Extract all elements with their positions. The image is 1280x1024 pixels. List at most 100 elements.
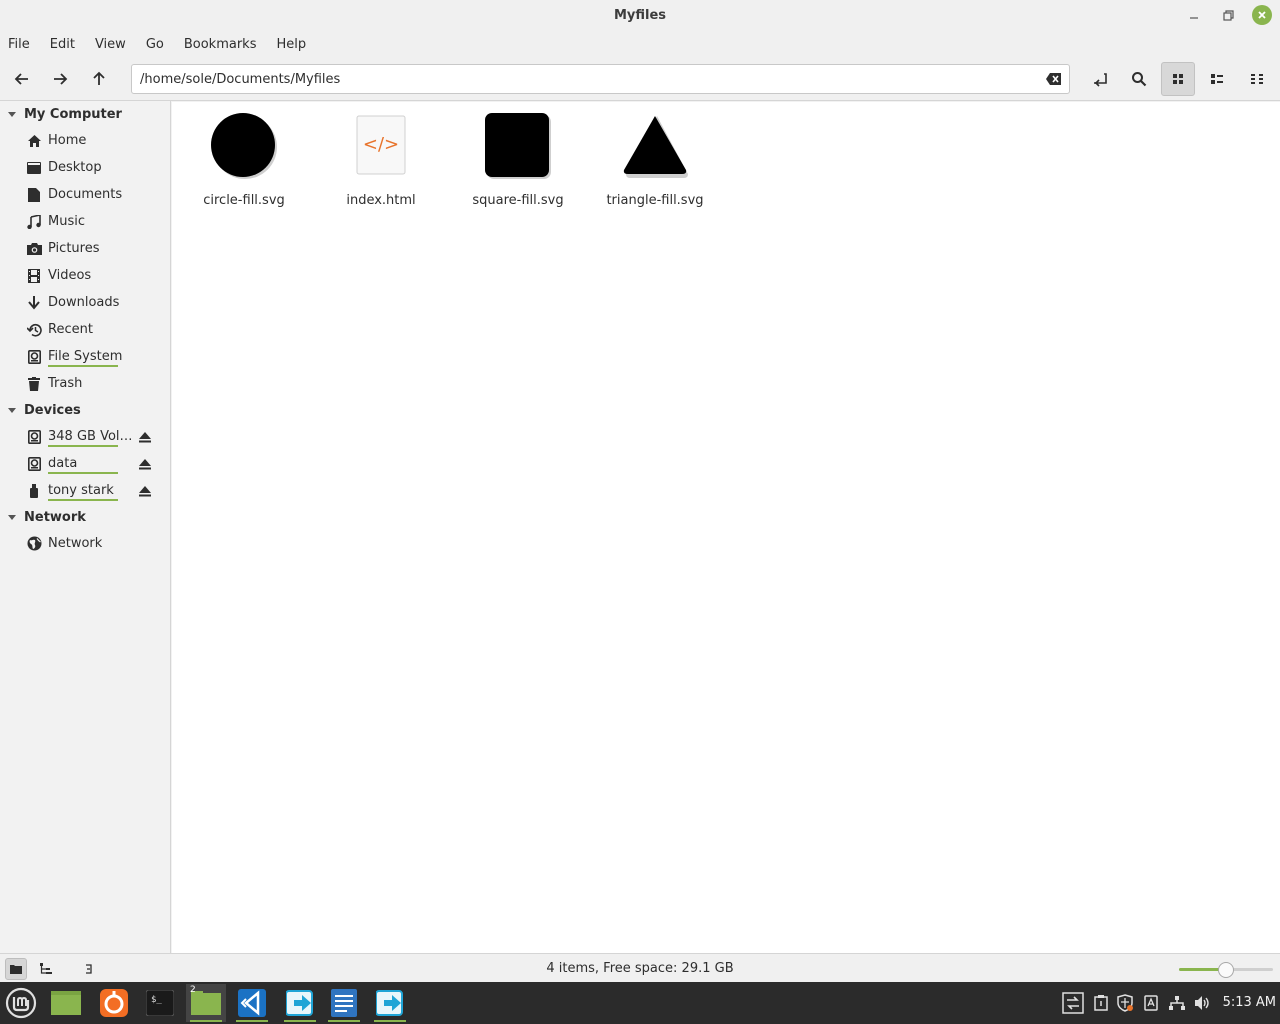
text-editor-button[interactable] — [324, 984, 364, 1022]
eject-icon[interactable] — [138, 484, 152, 498]
sidebar-item-data[interactable]: data — [0, 450, 171, 477]
sidebar-item-tony-stark[interactable]: tony stark — [0, 477, 171, 504]
terminal-icon: $_ — [146, 990, 174, 1016]
sidebar-item-label: Downloads — [48, 295, 120, 310]
menu-button[interactable] — [1, 984, 41, 1022]
sidebar-item-volume-348gb[interactable]: 348 GB Vol… — [0, 423, 171, 450]
sidebar-item-documents[interactable]: Documents — [0, 181, 171, 208]
terminal-launcher[interactable]: $_ — [140, 984, 180, 1022]
sidebar-item-label: 348 GB Vol… — [48, 429, 133, 444]
chevron-down-icon — [8, 515, 16, 520]
file-item[interactable]: </> index.html — [321, 112, 441, 212]
home-icon — [27, 134, 41, 147]
title-bar: Myfiles — [0, 0, 1280, 31]
active-indicator — [236, 1020, 268, 1022]
active-indicator — [374, 1020, 406, 1022]
file-view[interactable]: circle-fill.svg </> index.html square-fi… — [172, 102, 1280, 953]
sidebar-item-home[interactable]: Home — [0, 127, 171, 154]
sharing-app-button-2[interactable] — [370, 984, 410, 1022]
show-desktop-button[interactable] — [46, 984, 86, 1022]
file-item[interactable]: triangle-fill.svg — [595, 112, 715, 212]
firefox-launcher[interactable] — [94, 984, 134, 1022]
menu-bookmarks[interactable]: Bookmarks — [184, 37, 265, 52]
sidebar-item-pictures[interactable]: Pictures — [0, 235, 171, 262]
status-bar: 4 items, Free space: 29.1 GB — [0, 953, 1280, 982]
zoom-slider-handle[interactable] — [1218, 962, 1234, 978]
eject-icon[interactable] — [138, 457, 152, 471]
sidebar-item-label: Home — [48, 133, 87, 148]
sidebar-item-file-system[interactable]: File System — [0, 343, 171, 370]
active-indicator — [190, 1020, 222, 1022]
keyboard-layout-tray[interactable] — [1142, 994, 1160, 1012]
sidebar-item-desktop[interactable]: Desktop — [0, 154, 171, 181]
clipboard-tray[interactable] — [1092, 994, 1110, 1012]
sidebar-item-music[interactable]: Music — [0, 208, 171, 235]
drive-icon — [27, 429, 41, 444]
icon-view-button[interactable] — [1161, 62, 1195, 96]
list-view-button[interactable] — [1200, 62, 1234, 96]
grid-icon — [1173, 74, 1183, 84]
sidebar-item-downloads[interactable]: Downloads — [0, 289, 171, 316]
section-label: Devices — [24, 402, 81, 418]
volume-tray[interactable] — [1194, 994, 1212, 1012]
camera-icon — [26, 242, 42, 255]
file-name: index.html — [346, 193, 416, 208]
search-button[interactable] — [1122, 62, 1156, 96]
sidebar-item-network[interactable]: Network — [0, 530, 171, 557]
vscode-window-button[interactable] — [232, 984, 272, 1022]
eject-icon[interactable] — [138, 430, 152, 444]
sidebar-item-recent[interactable]: Recent — [0, 316, 171, 343]
usage-bar — [48, 499, 118, 501]
section-my-computer[interactable]: My Computer — [0, 102, 171, 126]
file-item[interactable]: square-fill.svg — [458, 112, 578, 212]
active-indicator — [328, 1020, 360, 1022]
forward-button[interactable] — [43, 62, 77, 96]
clock[interactable]: 5:13 AM — [1223, 995, 1276, 1010]
sidebar-item-trash[interactable]: Trash — [0, 370, 171, 397]
files-window-button[interactable]: 2 — [186, 984, 226, 1022]
sidebar: My Computer Home Desktop Documents Music… — [0, 101, 171, 953]
minimize-button[interactable] — [1184, 5, 1204, 25]
desktop-icon — [27, 161, 41, 174]
status-text: 4 items, Free space: 29.1 GB — [546, 961, 734, 976]
clear-location-icon[interactable] — [1045, 71, 1063, 87]
network-tray[interactable] — [1168, 994, 1186, 1012]
menu-help[interactable]: Help — [276, 37, 314, 52]
sidebar-item-label: Trash — [48, 376, 83, 391]
workspace-switcher[interactable] — [1062, 992, 1084, 1014]
sharing-app-button[interactable] — [280, 984, 320, 1022]
svg-text:$_: $_ — [151, 995, 162, 1005]
film-icon — [28, 268, 40, 283]
close-button[interactable] — [1252, 5, 1272, 25]
section-devices[interactable]: Devices — [0, 398, 171, 422]
document-icon — [28, 187, 40, 202]
music-icon — [27, 214, 41, 229]
back-button[interactable] — [5, 62, 39, 96]
menu-view[interactable]: View — [95, 37, 134, 52]
compact-view-button[interactable] — [1240, 62, 1274, 96]
vscode-icon — [238, 989, 266, 1017]
menu-go[interactable]: Go — [146, 37, 172, 52]
share-arrow-icon — [286, 990, 313, 1016]
up-button[interactable] — [82, 62, 116, 96]
menu-file[interactable]: File — [8, 37, 38, 52]
sidebar-item-label: Music — [48, 214, 85, 229]
file-name: circle-fill.svg — [203, 193, 285, 208]
update-manager-tray[interactable] — [1116, 994, 1134, 1012]
file-item[interactable]: circle-fill.svg — [184, 112, 304, 212]
workspace-icon — [1062, 992, 1084, 1014]
file-name: triangle-fill.svg — [606, 193, 704, 208]
location-path: /home/sole/Documents/Myfiles — [140, 71, 341, 87]
maximize-button[interactable] — [1218, 5, 1238, 25]
section-network[interactable]: Network — [0, 505, 171, 529]
html-glyph: </> — [363, 134, 399, 155]
menu-edit[interactable]: Edit — [50, 37, 83, 52]
sidebar-item-videos[interactable]: Videos — [0, 262, 171, 289]
toggle-location-button[interactable] — [1084, 62, 1118, 96]
globe-icon — [27, 536, 41, 551]
sidebar-item-label: data — [48, 456, 78, 471]
chevron-down-icon — [8, 112, 16, 117]
clipboard-icon — [1094, 995, 1108, 1011]
location-bar[interactable]: /home/sole/Documents/Myfiles — [131, 64, 1070, 94]
download-icon — [28, 295, 40, 310]
